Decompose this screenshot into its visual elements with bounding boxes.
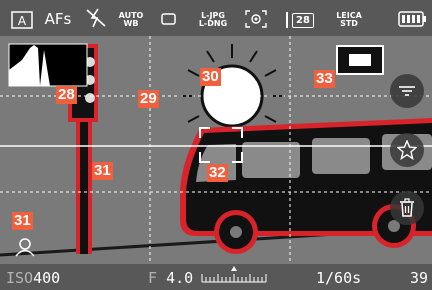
white-balance[interactable]: AUTO WB <box>118 12 144 28</box>
face-detection-icon <box>15 238 35 257</box>
file-format[interactable]: L-JPG L-DNG <box>196 12 230 28</box>
af-mode[interactable]: AFs <box>40 10 76 28</box>
callout-31-pole: 31 <box>92 162 113 180</box>
aperture-indicator[interactable]: F 4.0 <box>148 270 193 286</box>
mode-a-icon[interactable]: A <box>11 10 33 30</box>
film-style[interactable]: LEICA STD <box>332 12 366 28</box>
callout-28: 28 <box>56 86 77 104</box>
bus-window <box>312 138 370 174</box>
storage-indicator[interactable]: 28 <box>286 12 318 28</box>
favorite-button[interactable] <box>390 133 424 167</box>
star-icon <box>397 140 417 160</box>
filter-menu-icon <box>399 86 415 96</box>
callout-29: 29 <box>138 90 159 108</box>
callout-33: 33 <box>314 70 335 88</box>
battery-icon <box>398 11 426 27</box>
single-frame-icon[interactable] <box>160 12 178 26</box>
trash-icon <box>400 198 414 217</box>
exposure-scale-icon <box>201 266 267 283</box>
svg-text:A: A <box>18 14 27 28</box>
spot-metering-icon[interactable] <box>244 9 268 29</box>
flash-off-icon[interactable] <box>84 7 108 29</box>
shutter-speed-indicator[interactable]: 1/60s <box>316 270 361 286</box>
traffic-pole <box>80 120 88 254</box>
live-view-screen: A AFs AUTO WB L-JPG L-DNG 28 LEICA STD I… <box>0 0 432 290</box>
bus-window <box>242 142 300 178</box>
callout-32: 32 <box>207 164 228 182</box>
live-view-image <box>0 36 432 264</box>
iso-indicator[interactable]: ISO400 <box>6 270 60 286</box>
filter-menu-button[interactable] <box>390 74 424 108</box>
callout-31-corner: 31 <box>12 212 33 230</box>
remaining-shots: 39 <box>410 269 429 287</box>
callout-30: 30 <box>200 68 221 86</box>
delete-button[interactable] <box>390 191 424 225</box>
